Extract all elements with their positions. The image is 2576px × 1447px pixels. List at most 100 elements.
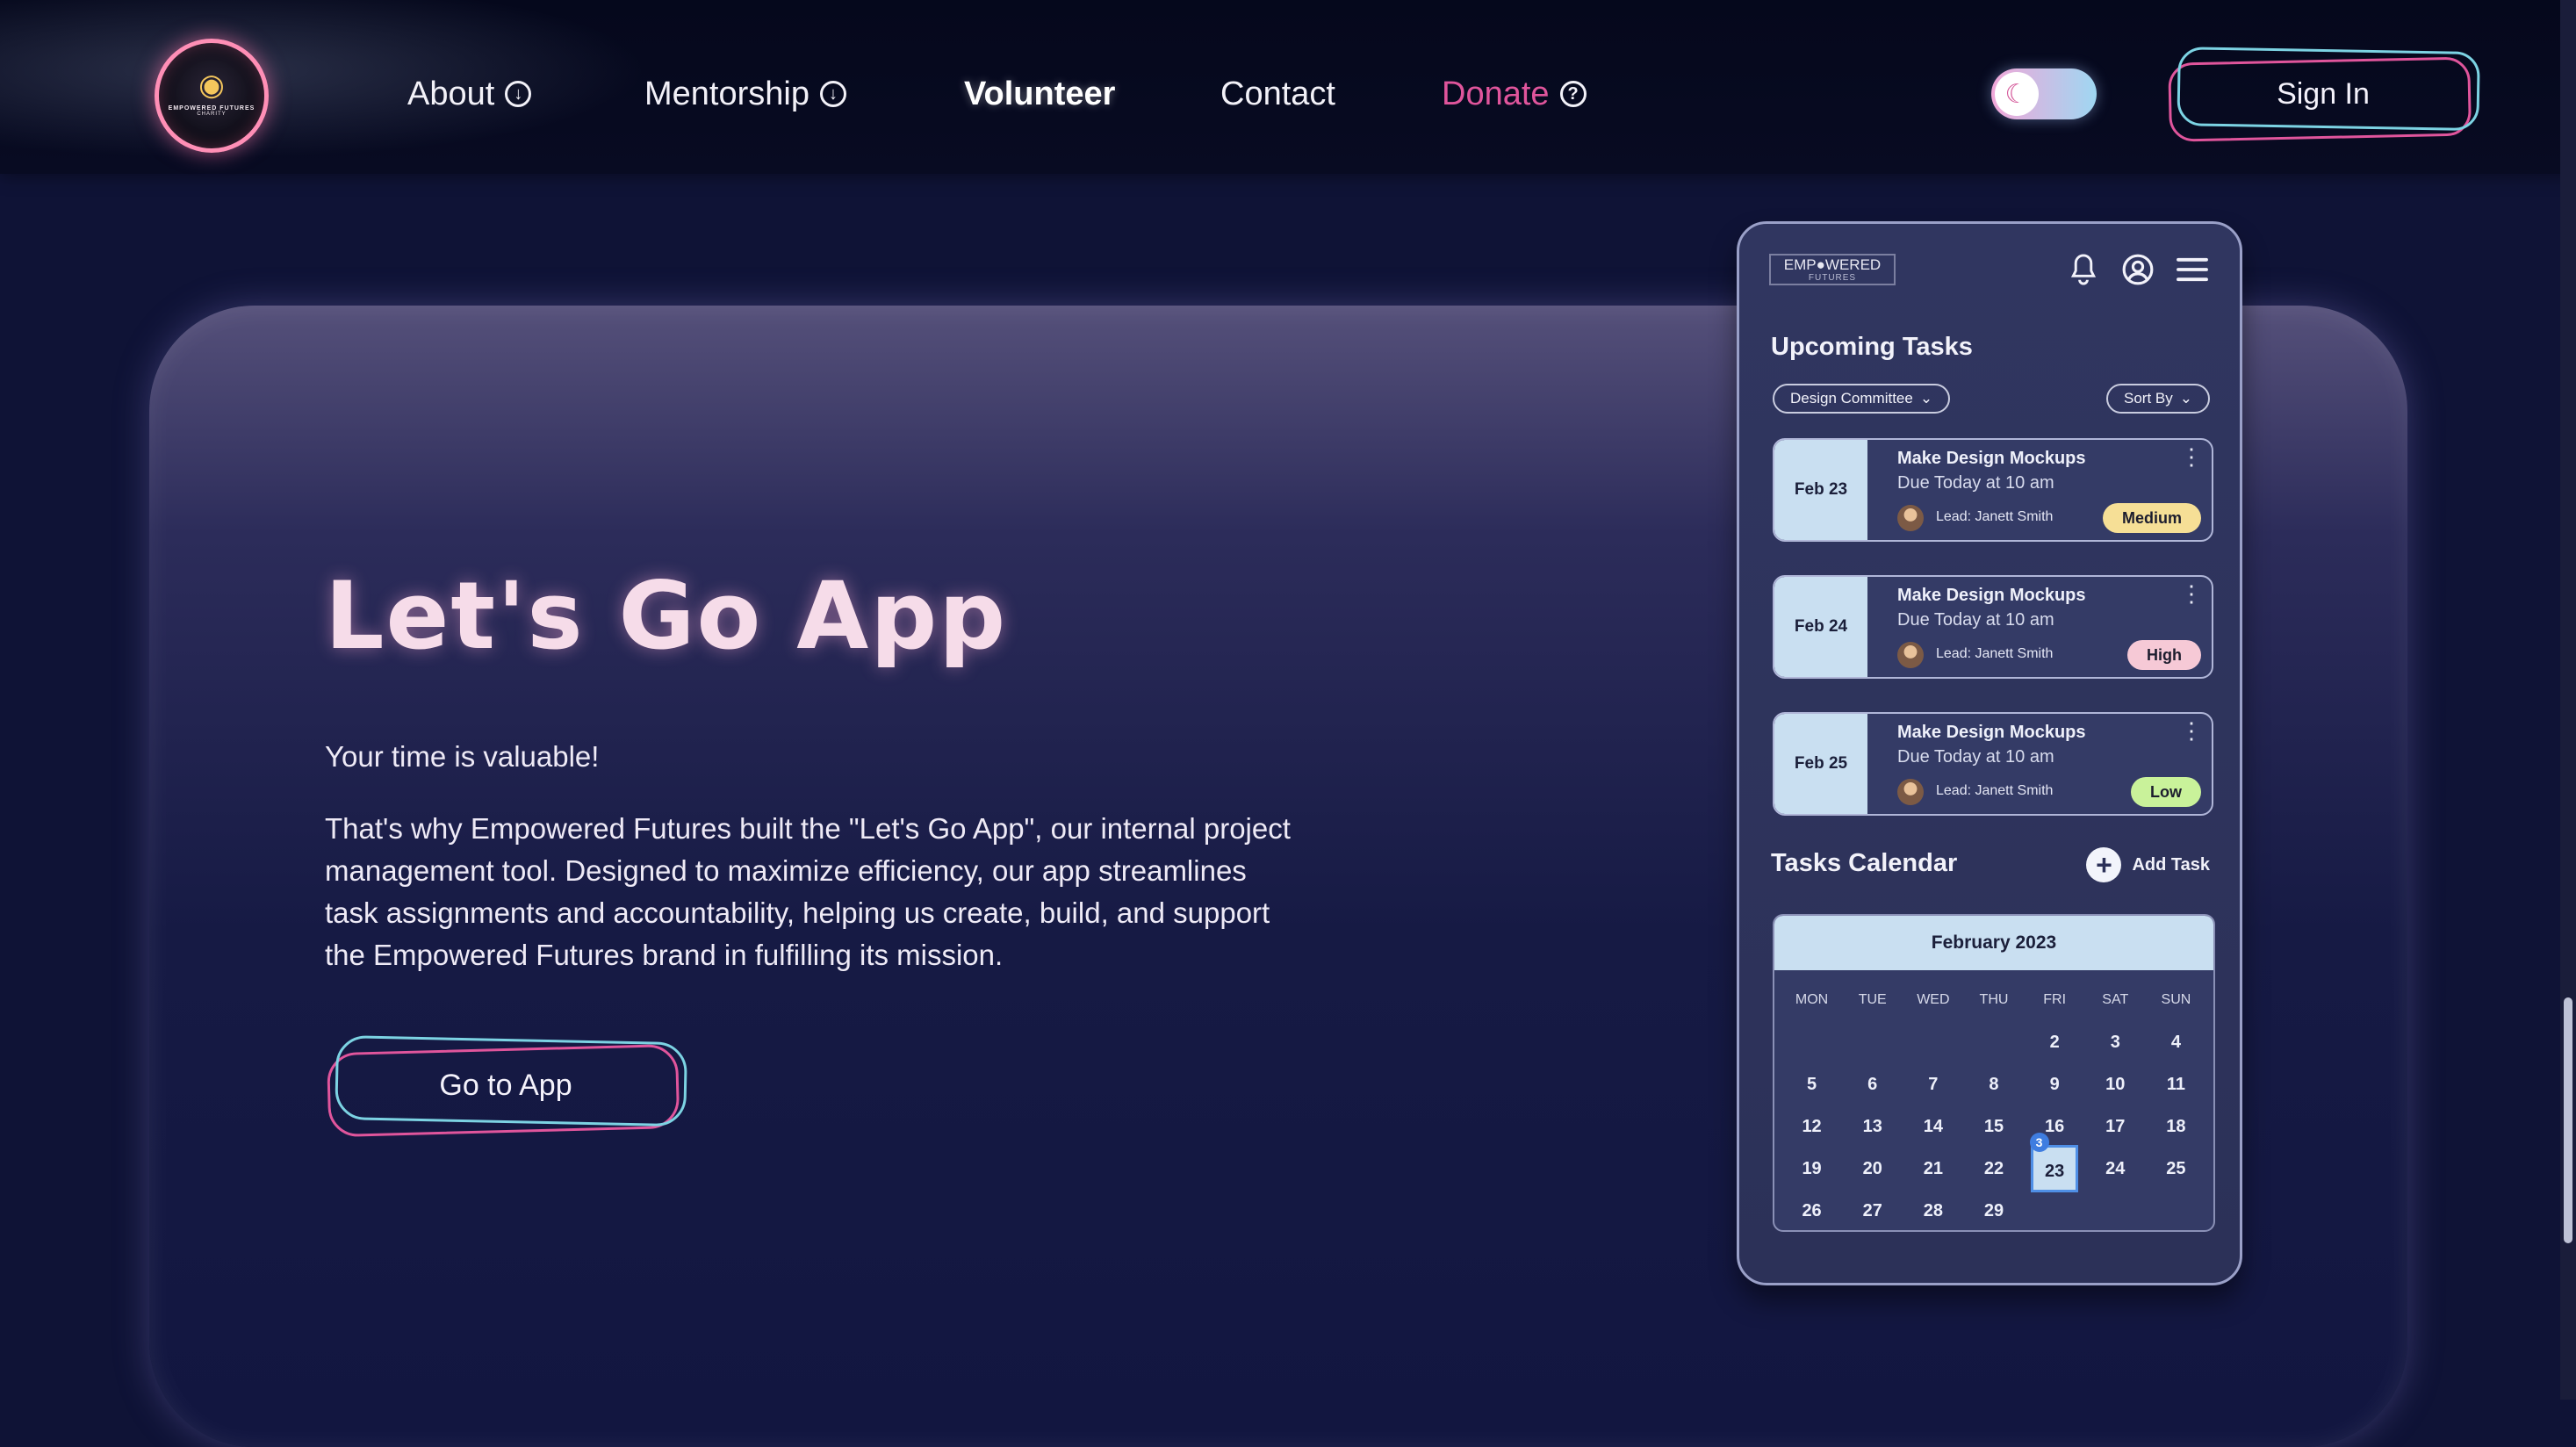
sort-by-dropdown[interactable]: Sort By ⌄ xyxy=(2106,384,2210,414)
task-due: Due Today at 10 am xyxy=(1897,473,2054,493)
calendar-day[interactable]: 12 xyxy=(1781,1117,1842,1137)
calendar-weekday: MON xyxy=(1795,992,1829,1007)
task-due: Due Today at 10 am xyxy=(1897,610,2054,630)
calendar-day[interactable]: 27 xyxy=(1842,1201,1903,1221)
nav-donate-label: Donate xyxy=(1442,75,1550,112)
calendar-day[interactable]: 11 xyxy=(2146,1075,2206,1095)
task-title: Make Design Mockups xyxy=(1897,449,2086,468)
upcoming-tasks-heading: Upcoming Tasks xyxy=(1771,333,1973,361)
calendar-day[interactable]: 4 xyxy=(2146,1033,2206,1053)
question-circle-icon: ? xyxy=(1559,81,1587,107)
plus-icon: + xyxy=(2086,847,2122,882)
add-task-label: Add Task xyxy=(2132,854,2210,875)
moon-icon: ☾ xyxy=(1995,72,2039,116)
app-logo-bottom: FUTURES xyxy=(1808,272,1857,283)
task-date: Feb 25 xyxy=(1774,714,1867,814)
calendar-day[interactable]: 14 xyxy=(1903,1117,1963,1137)
app-logo-top: EMP●WERED xyxy=(1783,256,1882,273)
app-mockup: EMP●WERED FUTURES Upcoming Tasks Design … xyxy=(1737,221,2242,1285)
calendar-weekday: SAT xyxy=(2102,992,2129,1007)
calendar-day[interactable]: 29 xyxy=(1963,1201,2024,1221)
calendar-day[interactable]: 17 xyxy=(2085,1117,2146,1137)
calendar-day[interactable]: 2 xyxy=(2025,1033,2085,1053)
calendar-day[interactable]: 10 xyxy=(2085,1075,2146,1095)
scrollbar-track[interactable] xyxy=(2560,0,2576,1400)
calendar-day[interactable]: 24 xyxy=(2085,1159,2146,1179)
calendar-grid: MON TUE WED THU FRI SAT SUN 2 3 4 5 6 7 8 9 10 11 12 13 14 1… xyxy=(1781,979,2206,1230)
priority-badge: Medium xyxy=(2102,503,2201,533)
task-date: Feb 24 xyxy=(1774,577,1867,677)
user-circle-icon[interactable] xyxy=(2120,252,2155,287)
task-card[interactable]: Feb 25 Make Design Mockups Due Today at … xyxy=(1773,712,2213,816)
more-vertical-icon[interactable]: ⋮ xyxy=(2180,582,2203,605)
chevron-down-icon: ⌄ xyxy=(1919,390,1933,407)
calendar-day[interactable]: 28 xyxy=(1903,1201,1963,1221)
calendar-weekday: THU xyxy=(1979,992,2009,1007)
calendar-day[interactable]: 6 xyxy=(1842,1075,1903,1095)
description: That's why Empowered Futures built the "… xyxy=(325,812,1291,971)
task-count-badge: 3 xyxy=(2029,1133,2049,1152)
calendar-day[interactable]: 21 xyxy=(1903,1159,1963,1179)
calendar-day[interactable]: 8 xyxy=(1963,1075,2024,1095)
calendar-day[interactable]: 9 xyxy=(2025,1075,2085,1095)
theme-toggle[interactable]: ☾ xyxy=(1991,68,2097,119)
calendar-day[interactable]: 13 xyxy=(1842,1117,1903,1137)
task-title: Make Design Mockups xyxy=(1897,723,2086,742)
app-logo: EMP●WERED FUTURES xyxy=(1769,254,1896,285)
nav-mentorship-label: Mentorship xyxy=(644,75,809,112)
calendar-day[interactable]: 26 xyxy=(1781,1201,1842,1221)
navbar-backdrop xyxy=(0,0,720,174)
sort-by-label: Sort By xyxy=(2124,390,2173,407)
nav-about[interactable]: About ↓ xyxy=(407,72,532,116)
calendar-day[interactable]: 3 xyxy=(2085,1033,2146,1053)
calendar-day[interactable]: 20 xyxy=(1842,1159,1903,1179)
task-date: Feb 23 xyxy=(1774,440,1867,540)
committee-filter-dropdown[interactable]: Design Committee ⌄ xyxy=(1773,384,1951,414)
calendar-weekday: SUN xyxy=(2161,992,2191,1007)
task-card[interactable]: Feb 23 Make Design Mockups Due Today at … xyxy=(1773,438,2213,542)
nav-volunteer-label: Volunteer xyxy=(964,75,1116,112)
chevron-circle-down-icon: ↓ xyxy=(819,81,846,107)
task-title: Make Design Mockups xyxy=(1897,586,2086,605)
task-lead: Lead: Janett Smith xyxy=(1936,783,2054,798)
task-lead: Lead: Janett Smith xyxy=(1936,646,2054,661)
nav-contact[interactable]: Contact xyxy=(1220,72,1335,116)
calendar-day[interactable]: 22 xyxy=(1963,1159,2024,1179)
committee-filter-label: Design Committee xyxy=(1790,390,1913,407)
calendar-day[interactable]: 18 xyxy=(2146,1117,2206,1137)
scrollbar-thumb[interactable] xyxy=(2564,997,2572,1243)
top-navbar: ◉ EMPOWERED FUTURES CHARITY About ↓ Ment… xyxy=(0,0,2576,174)
priority-badge: Low xyxy=(2131,777,2201,807)
task-card[interactable]: Feb 24 Make Design Mockups Due Today at … xyxy=(1773,575,2213,679)
nav-mentorship[interactable]: Mentorship ↓ xyxy=(644,72,846,116)
lightbulb-icon: ◉ xyxy=(198,68,225,102)
calendar-day[interactable]: 15 xyxy=(1963,1117,2024,1137)
avatar xyxy=(1897,642,1924,668)
more-vertical-icon[interactable]: ⋮ xyxy=(2180,445,2203,468)
calendar-month: February 2023 xyxy=(1774,916,2213,970)
logo-subtext: CHARITY xyxy=(197,111,227,117)
calendar-day[interactable]: 5 xyxy=(1781,1075,1842,1095)
calendar-day[interactable]: 25 xyxy=(2146,1159,2206,1179)
calendar-day[interactable]: 3 23 xyxy=(2025,1133,2085,1192)
tasks-calendar-heading: Tasks Calendar xyxy=(1771,849,1958,877)
charity-logo[interactable]: ◉ EMPOWERED FUTURES CHARITY xyxy=(155,39,269,153)
chevron-down-icon: ⌄ xyxy=(2179,390,2192,407)
add-task-button[interactable]: + Add Task xyxy=(2086,847,2210,882)
chevron-circle-down-icon: ↓ xyxy=(505,81,532,107)
calendar-weekday: WED xyxy=(1917,992,1950,1007)
nav-contact-label: Contact xyxy=(1220,75,1335,112)
go-to-app-button[interactable]: Go to App xyxy=(330,1043,681,1127)
tagline: Your time is valuable! xyxy=(325,740,600,773)
calendar-day[interactable]: 7 xyxy=(1903,1075,1963,1095)
nav-donate[interactable]: Donate ? xyxy=(1442,72,1587,116)
calendar-day[interactable]: 19 xyxy=(1781,1159,1842,1179)
calendar-weekday: TUE xyxy=(1858,992,1887,1007)
sign-in-button[interactable]: Sign In xyxy=(2172,54,2474,133)
calendar: February 2023 MON TUE WED THU FRI SAT SUN 2 3 4 5 6… xyxy=(1773,914,2215,1232)
task-lead: Lead: Janett Smith xyxy=(1936,509,2054,524)
bell-icon[interactable] xyxy=(2066,252,2101,287)
menu-icon[interactable] xyxy=(2175,252,2210,287)
more-vertical-icon[interactable]: ⋮ xyxy=(2180,719,2203,742)
nav-volunteer[interactable]: Volunteer xyxy=(964,72,1115,116)
